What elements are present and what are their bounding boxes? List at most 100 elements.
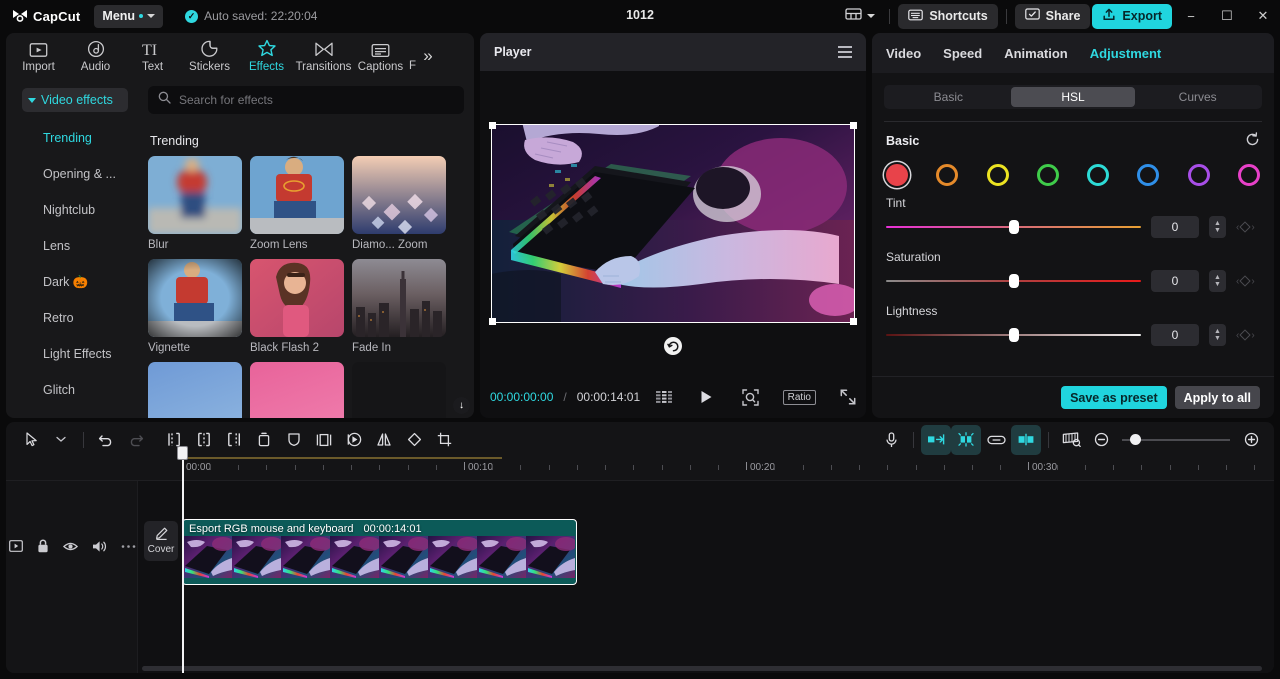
nav-item-transitions[interactable]: Transitions — [295, 34, 352, 77]
mirror-flip-icon[interactable] — [369, 425, 399, 455]
trim-left-icon[interactable] — [189, 425, 219, 455]
tint-slider-track[interactable] — [886, 220, 1141, 234]
undo-icon[interactable] — [91, 425, 121, 455]
menu-button[interactable]: Menu — [94, 4, 164, 28]
chevron-double-right-icon[interactable]: » — [416, 34, 440, 77]
preview-thumbnail-icon[interactable] — [1056, 425, 1086, 455]
effect-card[interactable] — [352, 362, 446, 418]
save-as-preset-button[interactable]: Save as preset — [1061, 386, 1167, 409]
apply-to-all-button[interactable]: Apply to all — [1174, 386, 1260, 409]
eye-icon[interactable] — [62, 541, 78, 552]
category-item-nightclub[interactable]: Nightclub — [6, 192, 138, 228]
layout-switch-button[interactable] — [839, 4, 881, 28]
category-item-light-effects[interactable]: Light Effects — [6, 336, 138, 372]
trim-right-icon[interactable] — [219, 425, 249, 455]
magnetic-snap-icon[interactable] — [951, 424, 981, 455]
export-button[interactable]: Export — [1092, 3, 1172, 29]
category-item-opening[interactable]: Opening & ... — [6, 156, 138, 192]
effect-card[interactable]: ↓ Vignette — [148, 259, 470, 414]
swatch-red[interactable] — [886, 164, 908, 186]
crop-frame-icon[interactable] — [309, 425, 339, 455]
lightness-slider-track[interactable] — [886, 328, 1141, 342]
keyframe-next-icon[interactable]: › — [1251, 222, 1254, 233]
shortcuts-button[interactable]: Shortcuts — [898, 3, 998, 29]
swatch-aqua[interactable] — [1087, 164, 1110, 186]
video-frame[interactable] — [489, 122, 857, 355]
lightness-value-input[interactable]: 0 — [1151, 324, 1199, 346]
current-timecode[interactable]: 00:00:00:00 — [490, 390, 553, 404]
cover-button[interactable]: Cover — [144, 521, 178, 561]
category-item-trending[interactable]: Trending — [6, 120, 138, 156]
segment-basic[interactable]: Basic — [886, 87, 1011, 107]
timeline-clip[interactable]: Esport RGB mouse and keyboard 00:00:14:0… — [182, 519, 577, 585]
nav-item-text[interactable]: TI Text — [124, 34, 181, 77]
timeline-ruler[interactable]: 00:00 00:10 00:20 00:30 — [6, 457, 1274, 481]
speaker-icon[interactable] — [92, 540, 107, 553]
segment-curves[interactable]: Curves — [1135, 87, 1260, 107]
stepper-updown-icon[interactable]: ▲ ▼ — [1209, 324, 1226, 346]
reset-circular-arrow-icon[interactable] — [1245, 132, 1260, 150]
zoom-in-icon[interactable] — [1236, 425, 1266, 455]
keyframe-diamond-icon[interactable] — [1239, 275, 1252, 287]
effect-card[interactable]: Fade In — [352, 259, 446, 354]
maximize-icon[interactable]: ☐ — [1210, 0, 1244, 32]
adsorption-icon[interactable] — [1011, 424, 1041, 455]
redo-icon[interactable] — [121, 425, 151, 455]
play-icon[interactable] — [700, 390, 713, 404]
effect-card[interactable]: ↓ Black Flash 2 — [250, 259, 470, 414]
effect-card[interactable] — [250, 362, 344, 418]
hamburger-menu-icon[interactable] — [838, 46, 852, 58]
effect-card[interactable] — [148, 362, 242, 418]
category-group-video-effects[interactable]: Video effects — [22, 88, 128, 112]
rotate-reset-icon[interactable] — [664, 337, 682, 355]
freeze-frame-icon[interactable] — [339, 425, 369, 455]
fullscreen-icon[interactable] — [840, 389, 856, 405]
segment-hsl[interactable]: HSL — [1010, 87, 1136, 107]
magnifier-fit-icon[interactable] — [741, 388, 759, 406]
chevron-down-icon[interactable] — [46, 425, 76, 455]
slider-knob[interactable] — [1008, 274, 1019, 288]
zoom-slider[interactable] — [1122, 433, 1230, 447]
effect-card[interactable]: ↓ Diamo... Zoom — [352, 156, 470, 414]
effect-card[interactable]: Blur — [148, 156, 242, 251]
timeline-horizontal-scrollbar[interactable] — [142, 666, 1262, 671]
keyframe-next-icon[interactable]: › — [1251, 276, 1254, 287]
keyframe-diamond-icon[interactable] — [1239, 329, 1252, 341]
tab-animation[interactable]: Animation — [1004, 46, 1068, 61]
tab-speed[interactable]: Speed — [943, 46, 982, 61]
keyframe-diamond-icon[interactable] — [1239, 221, 1252, 233]
auto-fit-icon[interactable] — [921, 424, 951, 455]
lock-icon[interactable] — [37, 539, 49, 553]
stepper-updown-icon[interactable]: ▲ ▼ — [1209, 216, 1226, 238]
nav-item-truncated[interactable]: F — [409, 60, 416, 72]
nav-item-import[interactable]: Import — [10, 34, 67, 77]
swatch-magenta[interactable] — [1237, 164, 1260, 186]
frames-view-icon[interactable] — [656, 391, 673, 403]
search-input[interactable] — [179, 93, 454, 107]
effect-card[interactable]: ↓ Zoom Lens — [250, 156, 470, 414]
download-icon[interactable]: ↓ — [453, 397, 470, 414]
link-chain-icon[interactable] — [981, 425, 1011, 455]
nav-item-captions[interactable]: Captions — [352, 34, 409, 77]
tint-value-input[interactable]: 0 — [1151, 216, 1199, 238]
crop-icon[interactable] — [429, 425, 459, 455]
select-cursor-icon[interactable] — [16, 425, 46, 455]
category-item-retro[interactable]: Retro — [6, 300, 138, 336]
playhead-handle[interactable] — [177, 446, 188, 460]
zoom-out-icon[interactable] — [1086, 425, 1116, 455]
tab-video[interactable]: Video — [886, 46, 921, 61]
nav-item-audio[interactable]: Audio — [67, 34, 124, 77]
ellipsis-icon[interactable] — [121, 544, 136, 549]
category-item-glitch[interactable]: Glitch — [6, 372, 138, 408]
zoom-slider-knob[interactable] — [1130, 434, 1141, 445]
minimize-icon[interactable]: − — [1174, 0, 1208, 32]
saturation-slider-track[interactable] — [886, 274, 1141, 288]
tab-adjustment[interactable]: Adjustment — [1090, 46, 1162, 61]
swatch-yellow[interactable] — [986, 164, 1009, 186]
swatch-orange[interactable] — [936, 164, 959, 186]
search-box[interactable] — [148, 86, 464, 114]
saturation-value-input[interactable]: 0 — [1151, 270, 1199, 292]
track-video-icon[interactable] — [8, 540, 23, 552]
category-item-lens[interactable]: Lens — [6, 228, 138, 264]
mask-shield-icon[interactable] — [279, 425, 309, 455]
